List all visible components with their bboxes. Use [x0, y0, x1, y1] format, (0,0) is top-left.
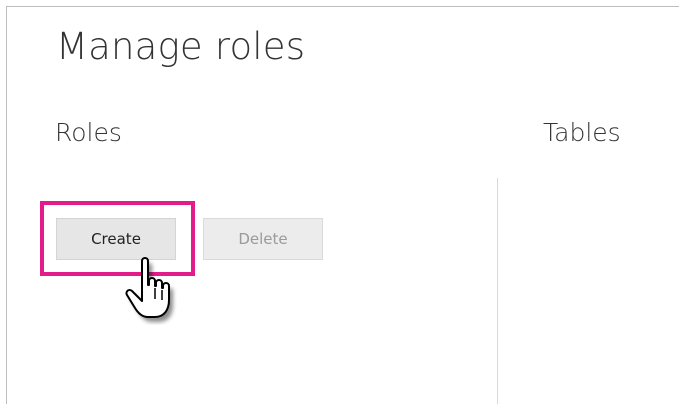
delete-role-button[interactable]: Delete — [203, 218, 323, 260]
dialog-top-border — [6, 6, 679, 7]
tables-heading: Tables — [543, 118, 621, 147]
column-divider — [497, 178, 498, 404]
dialog-title: Manage roles — [56, 25, 306, 68]
manage-roles-dialog: Manage roles Roles Tables Create Delete — [0, 0, 679, 404]
dialog-left-border — [6, 6, 7, 404]
roles-heading: Roles — [55, 118, 122, 147]
hand-pointer-icon — [125, 257, 173, 322]
create-role-button[interactable]: Create — [56, 218, 176, 260]
